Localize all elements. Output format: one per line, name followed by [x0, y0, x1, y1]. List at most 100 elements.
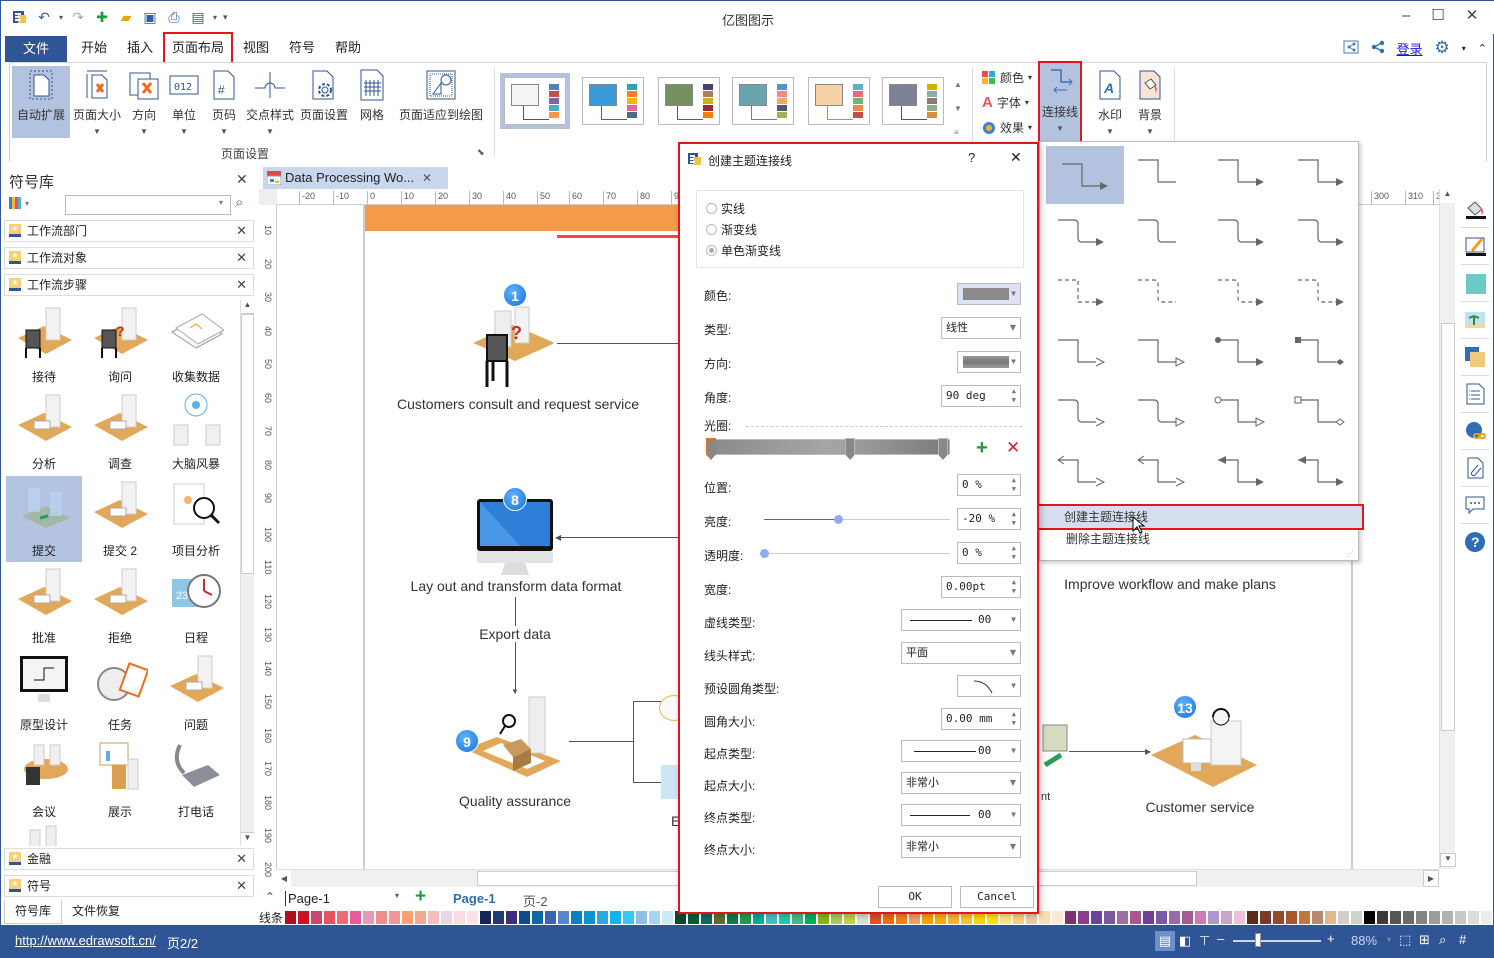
menu-symbol[interactable]: 符号 [283, 36, 321, 60]
palette-color-swatch[interactable] [1299, 910, 1311, 924]
palette-color-swatch[interactable] [454, 910, 466, 924]
scrollbar-thumb[interactable] [241, 314, 254, 574]
minimize-button[interactable]: – [1391, 5, 1421, 27]
spinner-icon[interactable]: ▲ ▼ [1012, 578, 1016, 596]
palette-color-swatch[interactable] [558, 910, 570, 924]
connector-style-option[interactable] [1126, 386, 1196, 438]
connector-style-option[interactable] [1286, 266, 1356, 318]
palette-color-swatch[interactable] [1052, 910, 1064, 924]
cap-style-select[interactable]: 平面 ▼ [901, 642, 1021, 664]
jump-style-button[interactable]: 交点样式 ▼ [244, 66, 296, 138]
palette-color-swatch[interactable] [324, 910, 336, 924]
transparency-slider-handle[interactable] [760, 549, 769, 558]
close-category-icon[interactable]: ✕ [236, 275, 247, 295]
data-icon[interactable] [1463, 382, 1487, 406]
connector-line[interactable] [633, 782, 663, 783]
palette-color-swatch[interactable] [1429, 910, 1441, 924]
page-view-icon[interactable]: ◧ [1179, 933, 1191, 949]
dialog-launcher-icon[interactable]: ⬊ [477, 147, 485, 158]
color-picker[interactable]: ▼ [957, 283, 1021, 305]
palette-color-swatch[interactable] [363, 910, 375, 924]
transparency-input[interactable]: 0 % ▲ ▼ [957, 542, 1021, 564]
close-library-button[interactable]: ✕ [236, 171, 248, 188]
connector-line[interactable] [515, 597, 516, 693]
library-shape[interactable]: 展示 [82, 737, 158, 823]
fit-page-icon[interactable]: ⬚ [1399, 932, 1411, 948]
node-customers-consult[interactable]: ? [473, 305, 555, 391]
end-size-select[interactable]: 非常小 ▼ [901, 836, 1021, 858]
palette-color-swatch[interactable] [480, 910, 492, 924]
category-symbols[interactable]: ★ 符号 ✕ [4, 875, 254, 897]
position-input[interactable]: 0 % ▲ ▼ [957, 474, 1021, 496]
tab-symbol-library[interactable]: 符号库 [4, 900, 63, 924]
connector-line[interactable] [557, 537, 687, 538]
palette-color-swatch[interactable] [571, 910, 583, 924]
type-select[interactable]: 线性 ▼ [941, 317, 1021, 339]
start-size-select[interactable]: 非常小 ▼ [901, 772, 1021, 794]
radio-solid-line[interactable]: 实线 [706, 200, 745, 217]
palette-color-swatch[interactable] [311, 910, 323, 924]
shadow-icon[interactable] [1463, 271, 1487, 295]
library-shape[interactable]: 打电话 [158, 737, 234, 823]
palette-color-swatch[interactable] [1091, 910, 1103, 924]
close-tab-icon[interactable]: ✕ [422, 167, 432, 189]
connector-style-option[interactable] [1046, 326, 1116, 378]
dash-type-select[interactable]: 00 ▼ [901, 609, 1021, 631]
palette-color-swatch[interactable] [1130, 910, 1142, 924]
category-finance[interactable]: ★ 金融 ✕ [4, 848, 254, 870]
scroll-right-icon[interactable]: ▶ [1423, 870, 1439, 887]
scroll-up-icon[interactable]: ▲ [954, 73, 962, 97]
menu-start[interactable]: 开始 [75, 36, 113, 60]
palette-color-swatch[interactable] [1364, 910, 1376, 924]
auto-expand-button[interactable]: 自动扩展 [12, 66, 70, 138]
vertical-scrollbar[interactable]: ▲ ▼ [1439, 189, 1456, 869]
help-button[interactable]: ? [968, 150, 975, 165]
menu-file[interactable]: 文件 [5, 36, 67, 62]
brightness-input[interactable]: -20 % ▲ ▼ [957, 508, 1021, 530]
palette-color-swatch[interactable] [1351, 910, 1363, 924]
grid-toggle-icon[interactable]: # [1459, 932, 1466, 947]
library-shape[interactable]: 原型设计 [6, 650, 82, 736]
grid-button[interactable]: 网格 [354, 66, 390, 138]
spinner-icon[interactable]: ▲ ▼ [1012, 387, 1016, 405]
spinner-icon[interactable]: ▲ ▼ [1012, 476, 1016, 494]
library-shape[interactable]: 会议 [6, 737, 82, 823]
palette-color-swatch[interactable] [1221, 910, 1233, 924]
connector-style-option[interactable] [1286, 206, 1356, 258]
palette-color-swatch[interactable] [1143, 910, 1155, 924]
palette-color-swatch[interactable] [649, 910, 661, 924]
connector-style-option[interactable] [1206, 146, 1276, 198]
connector-style-option[interactable] [1206, 206, 1276, 258]
radio-button[interactable] [706, 203, 717, 214]
palette-color-swatch[interactable] [1065, 910, 1077, 924]
menu-insert[interactable]: 插入 [121, 36, 159, 60]
ok-button[interactable]: OK [878, 886, 952, 908]
palette-color-swatch[interactable] [1039, 910, 1051, 924]
gradient-stop-marker[interactable] [938, 438, 948, 460]
palette-color-swatch[interactable] [350, 910, 362, 924]
gradient-stop-marker[interactable] [845, 438, 856, 460]
angle-input[interactable]: 90 deg ▲ ▼ [941, 385, 1021, 407]
maximize-button[interactable]: ☐ [1423, 5, 1453, 27]
connector-theme-option[interactable] [732, 77, 794, 125]
library-shape[interactable]: 批准 [6, 563, 82, 649]
palette-color-swatch[interactable] [584, 910, 596, 924]
font-button[interactable]: A 字体 ▾ [982, 94, 1029, 111]
help-icon[interactable]: ? [1463, 530, 1487, 554]
theme-scroll[interactable]: ▲ ▼ ≡ [954, 73, 962, 145]
library-shape[interactable]: 分析 [6, 389, 82, 475]
palette-color-swatch[interactable] [1403, 910, 1415, 924]
zoom-slider[interactable] [1233, 940, 1321, 942]
spinner-icon[interactable]: ▲ ▼ [1012, 510, 1016, 528]
tab-file-recovery[interactable]: 文件恢复 [62, 900, 130, 924]
palette-color-swatch[interactable] [519, 910, 531, 924]
palette-color-swatch[interactable] [389, 910, 401, 924]
palette-color-swatch[interactable] [376, 910, 388, 924]
palette-color-swatch[interactable] [1260, 910, 1272, 924]
unit-button[interactable]: 012 单位 ▼ [164, 66, 204, 138]
resize-grip-icon[interactable]: ⋰ [1346, 549, 1354, 558]
collapse-pages-icon[interactable]: ⌃ [265, 890, 275, 904]
menu-view[interactable]: 视图 [237, 36, 275, 60]
fit-width-icon[interactable]: ⊞ [1419, 932, 1430, 948]
connector-theme-option[interactable] [882, 77, 944, 125]
